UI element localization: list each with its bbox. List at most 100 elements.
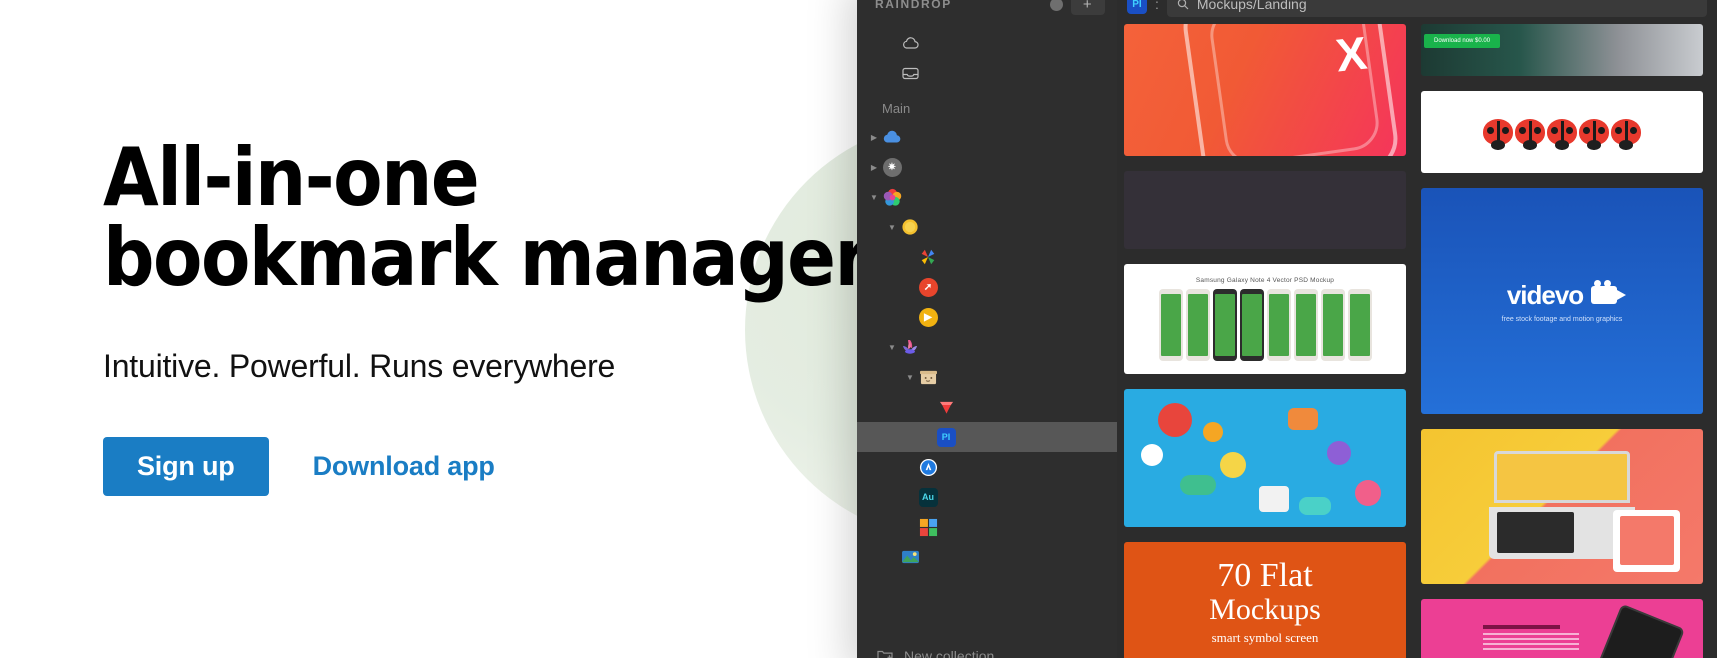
sidebar-scroll-area[interactable]: Main ▶ ▶ ✷ ▼ ▼ ➚ ▶ ▼ ▼ PI Au [857, 24, 1117, 638]
photoshop-icon-wrap: PI [935, 426, 957, 448]
sidebar-item-tools[interactable]: ▼ [857, 332, 1117, 362]
video-camera-icon [1591, 280, 1627, 304]
sidebar-header: RAINDROP + [857, 0, 1117, 24]
cloud-outline-icon [902, 36, 919, 49]
box-icon-wrap [917, 366, 939, 388]
sidebar-item-project-oblako[interactable]: ▶ [857, 122, 1117, 152]
grid-squares-icon [919, 518, 937, 536]
lightbulb-icon-wrap [899, 216, 921, 238]
sidebar-item-beautiful-web[interactable]: ➚ [857, 272, 1117, 302]
sidebar-item-prototyping[interactable] [857, 512, 1117, 542]
fancy-collage-thumbnail[interactable] [1124, 389, 1406, 527]
new-collection-label: New collection… [904, 648, 1009, 658]
app-topbar: PI : Mockups/Landing [1117, 0, 1717, 24]
box-icon [919, 370, 937, 384]
ladybug [1547, 119, 1577, 150]
hero-subheading: Intuitive. Powerful. Runs everywhere [103, 348, 616, 384]
sidebar-item-fonts[interactable]: Au [857, 482, 1117, 512]
ladybug [1579, 119, 1609, 150]
circuit-board-thumbnail[interactable]: Download now $0.00 [1421, 24, 1703, 76]
ladybug [1611, 119, 1641, 150]
inbox-outline-icon [901, 67, 919, 80]
search-input[interactable]: Mockups/Landing [1166, 0, 1707, 17]
phone-row [1158, 289, 1372, 361]
gem-icon [939, 401, 953, 414]
neon-x-thumbnail[interactable]: X [1124, 24, 1406, 156]
collapse-arrow-icon[interactable]: ▼ [867, 193, 881, 202]
neon-glyph: X [1333, 26, 1370, 82]
photoshop-icon: PI [936, 427, 956, 447]
pinwheel-icon [921, 249, 935, 265]
avatar[interactable] [1050, 0, 1063, 11]
play-circle-icon-wrap: ▶ [917, 306, 939, 328]
phone-mockup [1347, 289, 1372, 361]
phone-mockup [1158, 289, 1183, 361]
inbox-outline-icon-wrap [899, 62, 921, 84]
download-app-link[interactable]: Download app [313, 451, 495, 482]
sidebar-item-mockups-landing[interactable]: PI [857, 422, 1117, 452]
grid-squares-icon-wrap [917, 516, 939, 538]
add-collection-button[interactable]: + [1071, 0, 1105, 15]
sidebar-item-photos[interactable] [857, 542, 1117, 572]
collapse-arrow-icon[interactable]: ▼ [903, 373, 917, 382]
sidebar-group-label: Main [882, 101, 911, 116]
lotus-icon [903, 340, 917, 354]
cloud-icon [883, 130, 901, 143]
photoshop-icon: PI [1127, 0, 1147, 14]
landing-page: All-in-one bookmark manager Intuitive. P… [0, 0, 1717, 658]
bookmark-grid[interactable]: X Samsung Galaxy Note 4 Vector PSD Mockup… [1117, 24, 1717, 658]
app-store-icon-wrap [917, 456, 939, 478]
ladybug [1515, 119, 1545, 150]
collapse-arrow-icon[interactable]: ▼ [885, 343, 899, 352]
samsung-galaxy-mockup-thumbnail[interactable]: Samsung Galaxy Note 4 Vector PSD Mockup [1124, 264, 1406, 374]
search-icon [1177, 0, 1189, 10]
gear-icon: ✷ [882, 157, 902, 177]
audition-icon: Au [918, 487, 938, 507]
sidebar-item-logo[interactable]: ▶ [857, 302, 1117, 332]
expand-arrow-icon[interactable]: ▶ [867, 163, 881, 172]
desk-workspace-thumbnail[interactable] [1421, 429, 1703, 584]
download-badge: Download now $0.00 [1424, 34, 1501, 48]
sidebar-item-unsorted[interactable] [857, 58, 1117, 88]
sidebar-item-all[interactable] [857, 28, 1117, 58]
grid-column-right: Download now $0.00 videvo free stock foot… [1421, 24, 1703, 658]
expand-arrow-icon[interactable]: ▶ [867, 133, 881, 142]
sidebar-item-material-design[interactable] [857, 242, 1117, 272]
collapse-arrow-icon[interactable]: ▼ [885, 223, 899, 232]
gem-icon-wrap [935, 396, 957, 418]
mountain-icon [901, 550, 919, 564]
hero-section: All-in-one bookmark manager Intuitive. P… [103, 138, 870, 496]
app-store-icon [919, 458, 937, 476]
phone-mockup [1212, 289, 1237, 361]
color-wheel-icon-wrap [881, 186, 903, 208]
dark-placeholder-thumbnail[interactable] [1124, 171, 1406, 249]
sidebar-item-icons[interactable] [857, 392, 1117, 422]
sidebar-item-development[interactable]: ▶ ✷ [857, 152, 1117, 182]
compass-icon-wrap: ➚ [917, 276, 939, 298]
sidebar-item-design[interactable]: ▼ [857, 182, 1117, 212]
app-sidebar: RAINDROP + Main ▶ ▶ ✷ ▼ ▼ ➚ ▶ ▼ ▼ PI Au … [857, 0, 1117, 658]
ladybugs-thumbnail[interactable] [1421, 91, 1703, 173]
cloud-icon-wrap [881, 126, 903, 148]
sidebar-item-freebies[interactable]: ▼ [857, 362, 1117, 392]
phone-mockup [1293, 289, 1318, 361]
gear-icon-wrap: ✷ [881, 156, 903, 178]
thumbnail-caption: Samsung Galaxy Note 4 Vector PSD Mockup [1195, 277, 1335, 284]
phone-mockup [1185, 289, 1210, 361]
color-wheel-icon [883, 188, 901, 206]
videvo-wordmark: videvo [1507, 280, 1627, 311]
new-collection-button[interactable]: New collection… [857, 638, 1117, 658]
search-value: Mockups/Landing [1196, 0, 1307, 12]
lightbulb-icon [901, 218, 918, 235]
thumb-line-1: 70 Flat [1217, 557, 1313, 595]
breadcrumb: : [1155, 0, 1159, 12]
app-main-panel: PI : Mockups/Landing X Samsung Galaxy Not… [1117, 0, 1717, 658]
sign-up-button[interactable]: Sign up [103, 437, 269, 496]
sidebar-item-inspiration[interactable]: ▼ [857, 212, 1117, 242]
flat-mockups-thumbnail[interactable]: 70 Flat Mockups smart symbol screen [1124, 542, 1406, 658]
pink-phone-thumbnail[interactable] [1421, 599, 1703, 658]
phone-mockup [1239, 289, 1264, 361]
videvo-thumbnail[interactable]: videvo free stock footage and motion gra… [1421, 188, 1703, 414]
sidebar-item-apps[interactable] [857, 452, 1117, 482]
compass-icon: ➚ [918, 277, 938, 297]
